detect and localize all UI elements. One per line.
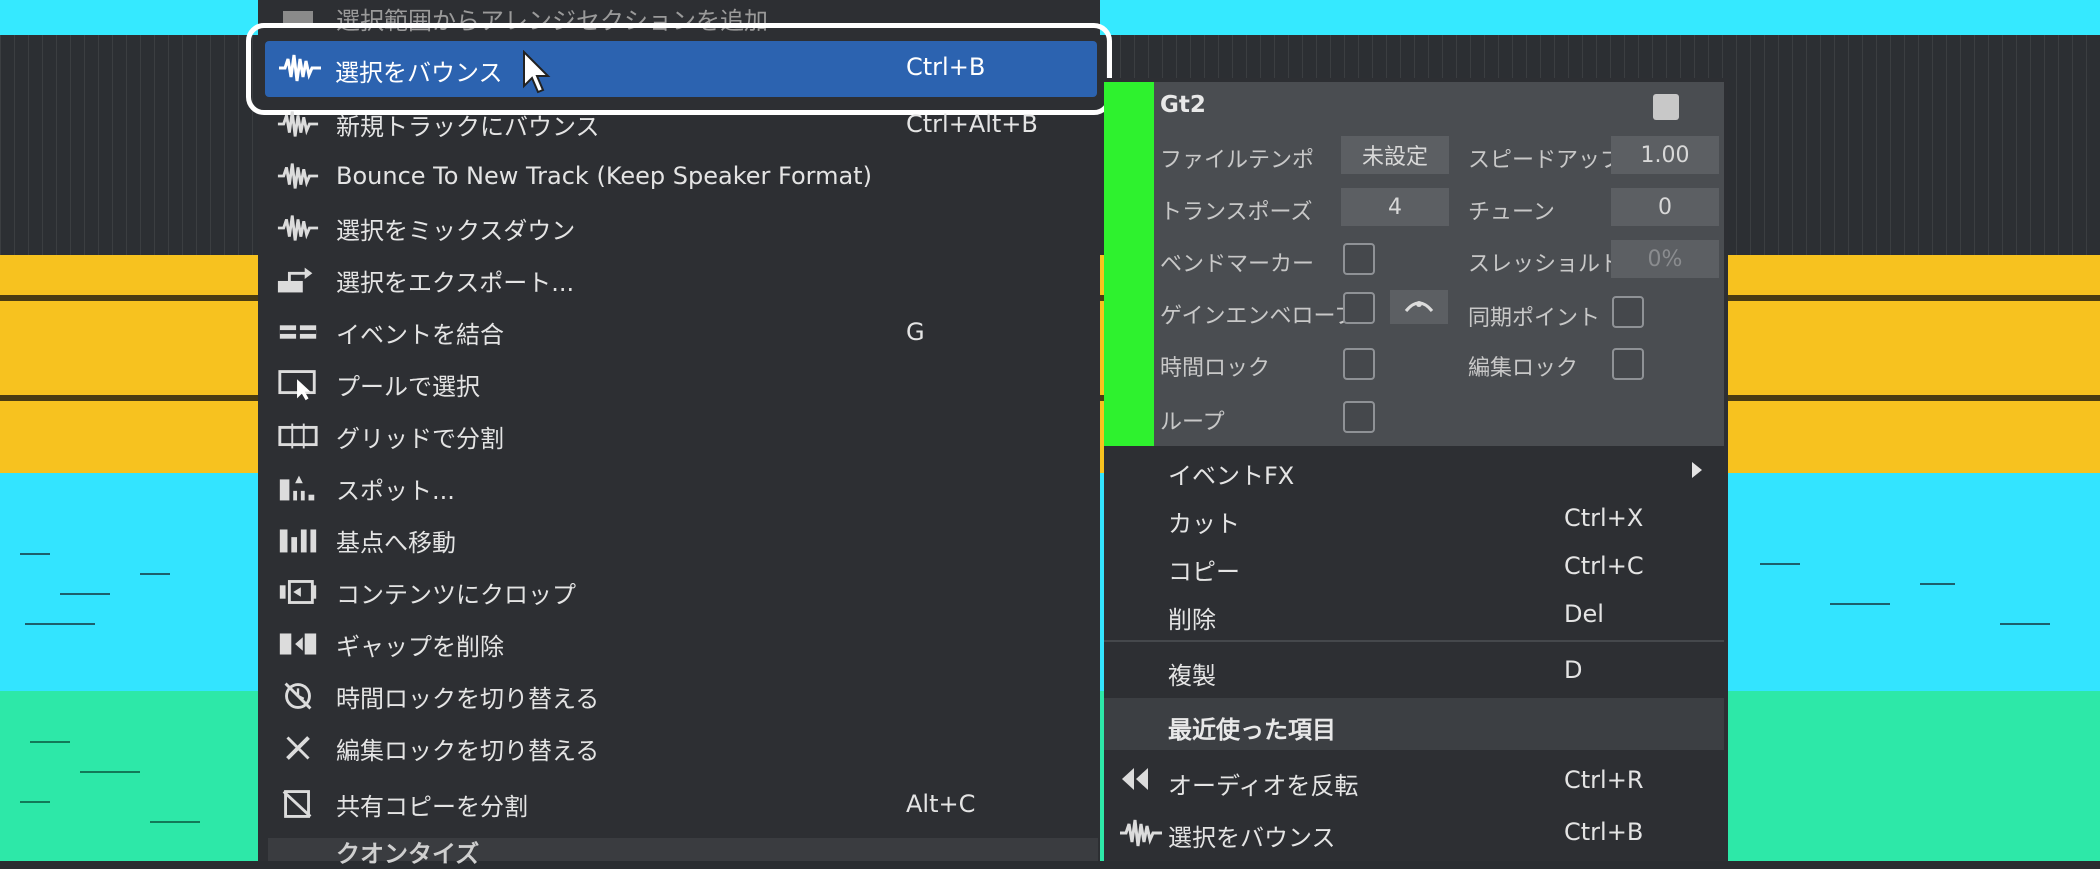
- waveform-icon: [276, 159, 320, 193]
- midi-note: [25, 623, 95, 625]
- menu-item-select-in-pool[interactable]: プールで選択: [258, 358, 1100, 410]
- time-lock-icon: [276, 679, 320, 713]
- midi-note: [1830, 603, 1890, 605]
- bend-marker-checkbox[interactable]: [1343, 243, 1375, 275]
- waveform-icon: [276, 211, 320, 245]
- split-grid-icon: [276, 419, 320, 453]
- speedup-label: スピードアップ: [1468, 148, 1623, 173]
- sync-point-label: 同期ポイント: [1468, 306, 1601, 331]
- move-to-origin-icon: [276, 523, 320, 557]
- menu-item-bounce-keep-speaker-format[interactable]: Bounce To New Track (Keep Speaker Format…: [258, 150, 1100, 202]
- menu-item-copy[interactable]: コピー Ctrl+C: [1104, 542, 1724, 590]
- loop-checkbox[interactable]: [1343, 401, 1375, 433]
- event-color-bar[interactable]: [1104, 82, 1154, 446]
- event-name: Gt2: [1160, 92, 1206, 118]
- menu-item-toggle-edit-lock[interactable]: 編集ロックを切り替える: [258, 722, 1100, 774]
- menu-item-move-to-origin[interactable]: 基点へ移動: [258, 514, 1100, 566]
- menu-item-cut[interactable]: カット Ctrl+X: [1104, 494, 1724, 542]
- menu-item-event-fx[interactable]: イベントFX: [1104, 446, 1724, 494]
- tune-field[interactable]: 0: [1611, 188, 1719, 226]
- menu-item-recent-bounce-selection[interactable]: 選択をバウンス Ctrl+B: [1104, 808, 1724, 856]
- menu-item-bounce-new-track[interactable]: 新規トラックにバウンス Ctrl+Alt+B: [258, 98, 1100, 150]
- transpose-field[interactable]: 4: [1341, 188, 1449, 226]
- time-lock-label: 時間ロック: [1160, 356, 1271, 381]
- spot-icon: [276, 471, 320, 505]
- midi-note: [20, 553, 50, 555]
- envelope-icon: [1402, 295, 1436, 319]
- bend-marker-label: ベンドマーカー: [1160, 252, 1315, 277]
- time-lock-checkbox[interactable]: [1343, 348, 1375, 380]
- delete-gap-icon: [276, 627, 320, 661]
- loop-label: ループ: [1160, 410, 1225, 435]
- menu-item-bounce-selection[interactable]: 選択をバウンス Ctrl+B: [265, 41, 1097, 97]
- menu-item-duplicate[interactable]: 複製 D: [1104, 646, 1724, 694]
- midi-note: [150, 821, 200, 823]
- sync-point-checkbox[interactable]: [1612, 296, 1644, 328]
- recent-items-header: 最近使った項目: [1104, 698, 1724, 750]
- tune-label: チューン: [1468, 200, 1555, 225]
- menu-section-quantize[interactable]: クオンタイズ: [268, 838, 1098, 868]
- shared-copy-icon: [276, 787, 320, 821]
- export-icon: [276, 263, 320, 297]
- edit-lock-label: 編集ロック: [1468, 356, 1579, 381]
- edit-lock-icon: [276, 731, 320, 765]
- gain-envelope-edit-button[interactable]: [1390, 290, 1448, 324]
- menu-item-mixdown-selection[interactable]: 選択をミックスダウン: [258, 202, 1100, 254]
- gain-envelope-checkbox[interactable]: [1343, 292, 1375, 324]
- midi-note: [20, 801, 50, 803]
- reverse-icon: [1118, 764, 1152, 798]
- menu-item-delete[interactable]: 削除 Del: [1104, 590, 1724, 638]
- submenu-arrow-icon: [1692, 462, 1702, 478]
- menu-item-export-selection[interactable]: 選択をエクスポート...: [258, 254, 1100, 306]
- edit-lock-checkbox[interactable]: [1612, 348, 1644, 380]
- midi-note: [1920, 583, 1955, 585]
- midi-note: [2000, 623, 2050, 625]
- file-tempo-field[interactable]: 未設定: [1341, 136, 1449, 174]
- speedup-field[interactable]: 1.00: [1611, 136, 1719, 174]
- menu-item-spot[interactable]: スポット...: [258, 462, 1100, 514]
- merge-events-icon: [276, 315, 320, 349]
- midi-note: [60, 593, 110, 595]
- threshold-field[interactable]: 0%: [1611, 240, 1719, 278]
- waveform-icon: [1118, 816, 1164, 854]
- menu-item-split-at-grid[interactable]: グリッドで分割: [258, 410, 1100, 462]
- midi-note: [30, 741, 70, 743]
- menu-item-reverse-audio[interactable]: オーディオを反転 Ctrl+R: [1104, 756, 1724, 804]
- threshold-label: スレッショルド: [1468, 252, 1623, 277]
- file-tempo-label: ファイルテンポ: [1160, 148, 1315, 173]
- transpose-label: トランスポーズ: [1160, 200, 1313, 225]
- pool-select-icon: [276, 367, 320, 401]
- waveform-icon: [277, 51, 323, 89]
- menu-item-crop-to-content[interactable]: コンテンツにクロップ: [258, 566, 1100, 618]
- menu-separator: [1104, 640, 1724, 642]
- midi-note: [140, 573, 170, 575]
- menu-item-merge-events[interactable]: イベントを結合 G: [258, 306, 1100, 358]
- crop-content-icon: [276, 575, 320, 609]
- waveform-icon: [276, 107, 320, 141]
- gain-envelope-label: ゲインエンベロープ: [1160, 304, 1357, 329]
- menu-item-toggle-time-lock[interactable]: 時間ロックを切り替える: [258, 670, 1100, 722]
- midi-note: [1760, 563, 1800, 565]
- menu-item-split-shared-copy[interactable]: 共有コピーを分割 Alt+C: [258, 778, 1100, 830]
- menu-item-delete-gap[interactable]: ギャップを削除: [258, 618, 1100, 670]
- mouse-cursor-icon: [522, 49, 552, 98]
- event-color-swatch[interactable]: [1653, 94, 1679, 120]
- midi-note: [80, 771, 140, 773]
